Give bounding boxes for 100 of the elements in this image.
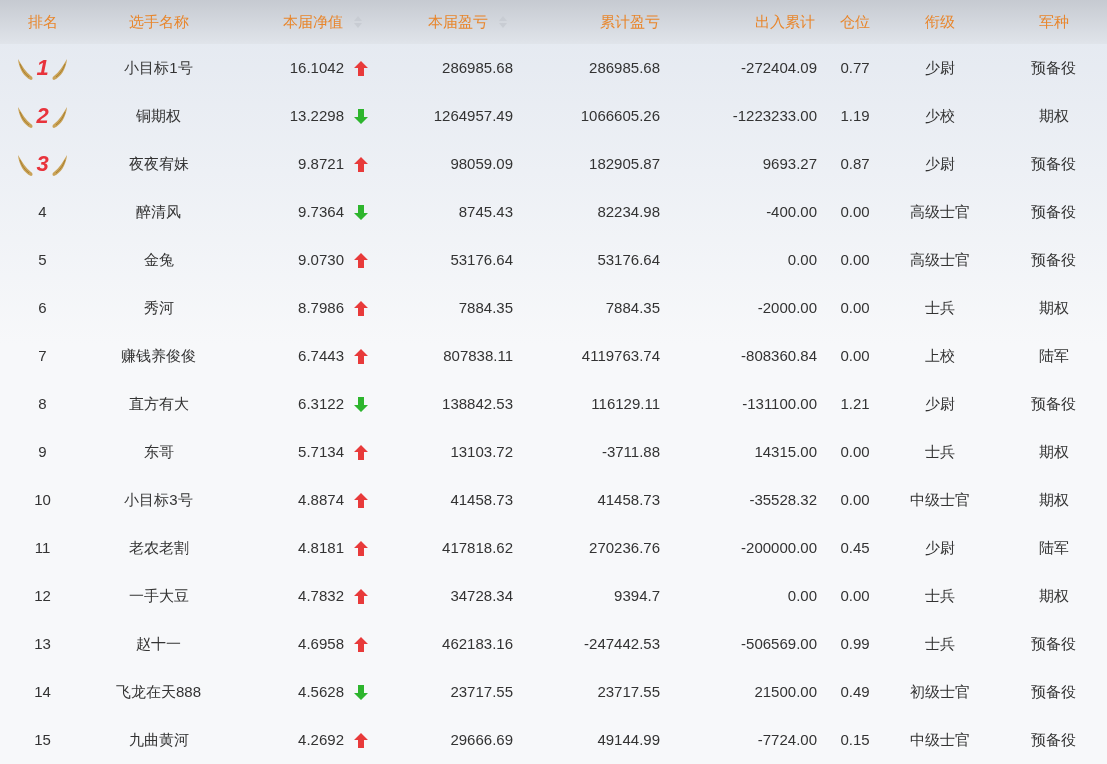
table-cell: 1.19: [840, 106, 870, 124]
table-cell: 0.87: [840, 154, 870, 172]
table-cell: -2000.00: [757, 298, 817, 316]
table-cell: 期权: [1038, 442, 1069, 460]
rank-number: 15: [34, 730, 51, 748]
table-cell: 807838.11: [443, 346, 513, 364]
table-cell: 462183.16: [442, 634, 513, 652]
table-cell: -131100.00: [742, 394, 817, 412]
table-cell: 士兵: [925, 586, 955, 604]
net-value: 6.3122: [298, 393, 344, 414]
rank-number: 7: [38, 346, 47, 364]
table-cell: -7724.00: [757, 730, 817, 748]
rank-number: 5: [38, 250, 47, 268]
table-cell: 预备役: [1031, 394, 1076, 412]
table-cell: 士兵: [925, 442, 955, 460]
player-name: 一手大豆: [128, 586, 189, 604]
table-cell: 41458.73: [597, 490, 660, 508]
table-cell: 0.99: [840, 634, 870, 652]
table-cell: 0.49: [840, 682, 870, 700]
net-value: 6.7443: [298, 345, 344, 366]
table-cell: 士兵: [925, 634, 955, 652]
table-cell: 陆军: [1038, 346, 1069, 364]
table-cell: 82234.98: [597, 202, 660, 220]
player-name: 小目标1号: [124, 58, 193, 76]
table-cell: 预备役: [1031, 250, 1076, 268]
table-cell: 高级士官: [910, 202, 970, 220]
table-cell: -272404.09: [741, 58, 817, 76]
table-cell: 0.15: [840, 730, 870, 748]
table-cell: 少校: [925, 106, 955, 124]
table-cell: 270236.76: [589, 538, 660, 556]
column-header: 排名: [27, 11, 58, 32]
table-cell: 0.00: [840, 346, 870, 364]
net-value: 4.8874: [298, 489, 344, 510]
column-header: 选手名称: [128, 11, 189, 32]
table-cell: 0.00: [840, 442, 870, 460]
net-value: 4.2692: [298, 729, 344, 750]
table-cell: 13103.72: [450, 442, 513, 460]
table-cell: 9394.7: [614, 586, 660, 604]
table-cell: 士兵: [925, 298, 955, 316]
table-cell: 286985.68: [442, 58, 513, 76]
table-cell: 98059.09: [450, 154, 513, 172]
table-cell: 0.77: [840, 58, 870, 76]
net-value: 4.6958: [298, 633, 344, 654]
table-cell: 上校: [925, 346, 955, 364]
rank-number: 9: [38, 442, 47, 460]
column-header[interactable]: 本届净值: [283, 10, 363, 34]
table-cell: 53176.64: [597, 250, 660, 268]
net-value: 4.8181: [298, 537, 344, 558]
table-cell: 陆军: [1038, 538, 1069, 556]
table-cell: 0.00: [840, 250, 870, 268]
table-cell: -35528.32: [749, 490, 817, 508]
net-value: 4.5628: [298, 681, 344, 702]
table-cell: 预备役: [1031, 730, 1076, 748]
table-cell: 49144.99: [597, 730, 660, 748]
table-cell: 41458.73: [450, 490, 513, 508]
table-cell: 0.00: [840, 586, 870, 604]
table-cell: 期权: [1038, 106, 1069, 124]
rank-number: 1: [36, 57, 49, 79]
table-cell: 1264957.49: [433, 106, 513, 124]
table-cell: 417818.62: [442, 538, 513, 556]
rank-number: 8: [38, 394, 47, 412]
table-cell: 29666.69: [450, 730, 513, 748]
table-cell: 14315.00: [754, 442, 817, 460]
table-cell: 期权: [1038, 298, 1069, 316]
table-cell: 0.00: [787, 586, 817, 604]
rank-number: 6: [38, 298, 47, 316]
table-cell: 期权: [1038, 586, 1069, 604]
table-cell: 中级士官: [910, 490, 970, 508]
table-cell: -1223233.00: [732, 106, 817, 124]
table-cell: 预备役: [1031, 202, 1076, 220]
net-value: 8.7986: [298, 297, 344, 318]
table-cell: 21500.00: [754, 682, 817, 700]
column-header: 出入累计: [755, 11, 815, 32]
table-cell: 0.00: [840, 202, 870, 220]
net-value: 4.7832: [298, 585, 344, 606]
table-cell: 少尉: [925, 538, 955, 556]
table-cell: 0.45: [840, 538, 870, 556]
table-cell: 少尉: [925, 154, 955, 172]
table-cell: -506569.00: [741, 634, 817, 652]
net-value: 9.7364: [298, 201, 344, 222]
table-cell: 中级士官: [910, 730, 970, 748]
table-cell: 0.00: [787, 250, 817, 268]
rank-number: 11: [34, 538, 51, 556]
player-name: 秀河: [143, 298, 174, 316]
rank-number: 14: [34, 682, 51, 700]
player-name: 醉清风: [136, 202, 181, 220]
rank-number: 3: [36, 153, 49, 175]
net-value: 13.2298: [289, 105, 344, 126]
player-name: 铜期权: [136, 106, 181, 124]
table-cell: 8745.43: [458, 202, 513, 220]
player-name: 东哥: [143, 442, 174, 460]
player-name: 夜夜宥妹: [128, 154, 189, 172]
table-cell: 7884.35: [458, 298, 513, 316]
table-cell: 34728.34: [450, 586, 513, 604]
player-name: 赵十一: [136, 634, 181, 652]
table-cell: 138842.53: [442, 394, 513, 412]
rank-number: 12: [34, 586, 51, 604]
rank-number: 2: [36, 105, 49, 127]
column-header[interactable]: 本届盈亏: [428, 10, 508, 34]
net-value: 5.7134: [298, 441, 344, 462]
